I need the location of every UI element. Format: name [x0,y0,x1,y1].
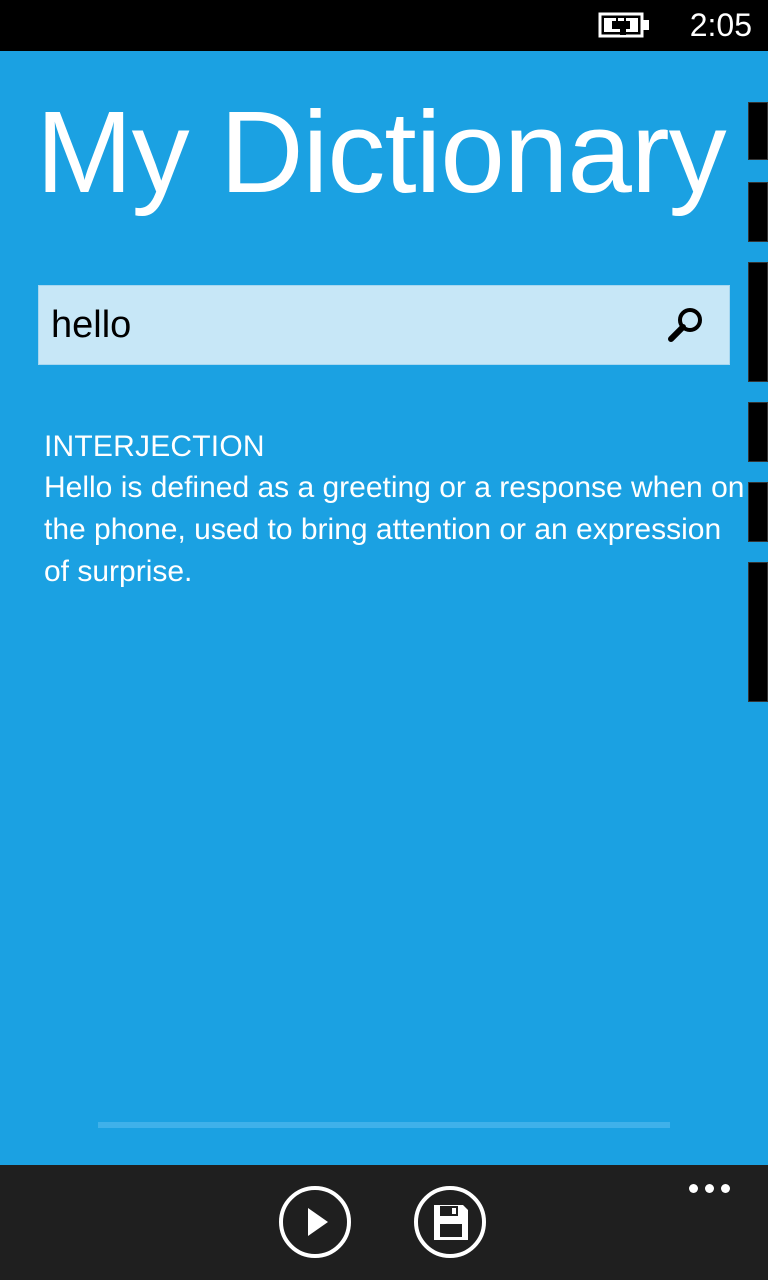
debug-counter [748,482,768,542]
status-time: 2:05 [689,7,752,43]
play-button[interactable] [279,1186,351,1258]
save-button[interactable] [414,1186,486,1258]
definition-panel: INTERJECTION Hello is defined as a greet… [44,429,750,593]
definition-text: Hello is defined as a greeting or a resp… [44,471,745,588]
audio-progress-bar [98,1122,670,1128]
debug-counter [748,182,768,242]
search-icon[interactable] [663,302,709,348]
dictionary-page: My Dictionary INTERJECTION Hello is defi… [0,51,768,1165]
debug-counter-strip [748,102,768,702]
debug-counter [748,402,768,462]
play-icon [308,1208,328,1236]
debug-counter [748,262,768,382]
debug-counter [748,562,768,702]
status-bar: 2:05 [0,0,768,51]
app-title: My Dictionary [36,87,727,217]
application-bar [0,1165,768,1280]
search-box [38,285,730,365]
save-icon [434,1205,468,1240]
debug-counter [748,102,768,160]
battery-charging-icon [598,12,649,38]
more-options-icon[interactable] [686,1177,732,1201]
search-input[interactable] [39,286,661,364]
part-of-speech: INTERJECTION [44,430,265,463]
